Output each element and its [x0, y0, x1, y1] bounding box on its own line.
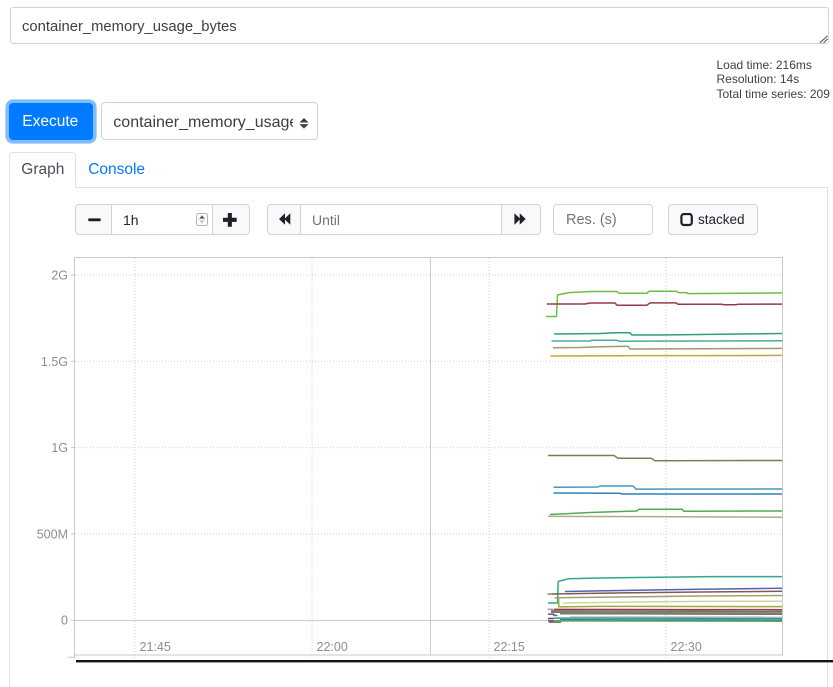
- svg-text:22:15: 22:15: [494, 640, 525, 654]
- svg-text:21:45: 21:45: [140, 640, 171, 654]
- svg-text:500M: 500M: [37, 527, 68, 541]
- svg-text:1G: 1G: [51, 441, 68, 455]
- svg-text:22:30: 22:30: [671, 640, 702, 654]
- svg-text:0: 0: [61, 614, 68, 628]
- svg-text:2G: 2G: [51, 269, 68, 283]
- svg-text:22:00: 22:00: [317, 640, 348, 654]
- svg-text:1.5G: 1.5G: [41, 355, 68, 369]
